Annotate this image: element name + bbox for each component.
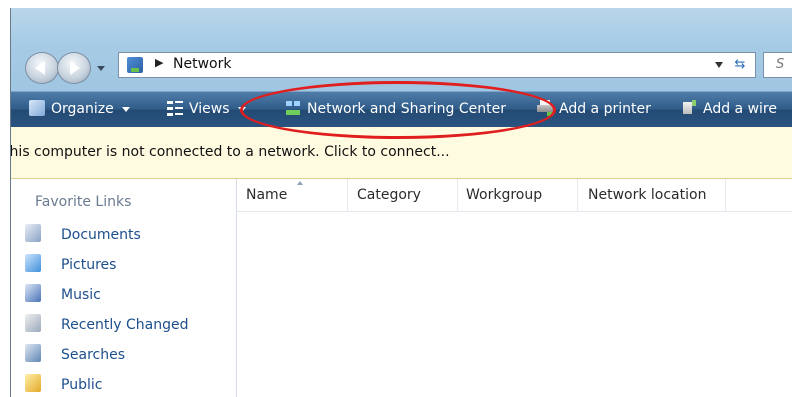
- file-list-pane[interactable]: Name Category Workgroup Network location: [237, 179, 792, 397]
- search-input[interactable]: S: [763, 52, 792, 78]
- add-wireless-device-button[interactable]: Add a wire: [681, 92, 777, 128]
- column-network-location[interactable]: Network location: [588, 179, 706, 211]
- nav-item-label: Documents: [61, 227, 141, 243]
- search-placeholder: S: [776, 57, 785, 72]
- music-icon: [25, 284, 41, 302]
- chevron-down-icon: [121, 106, 130, 112]
- recent-pages-dropdown-icon[interactable]: [97, 66, 105, 71]
- favorite-links-heading: Favorite Links: [35, 194, 132, 210]
- column-divider[interactable]: [577, 179, 578, 211]
- views-icon: [167, 100, 183, 116]
- explorer-window: ▶ Network ⇆ S Organize Views Network and…: [10, 8, 792, 397]
- breadcrumb-network[interactable]: Network: [173, 56, 231, 72]
- highlight-ellipse-annotation: [240, 81, 556, 139]
- navigation-pane: Favorite Links Documents Pictures Music …: [11, 179, 237, 397]
- refresh-icon[interactable]: ⇆: [729, 55, 751, 75]
- column-name[interactable]: Name: [246, 179, 303, 211]
- title-bar: ▶ Network ⇆ S: [11, 8, 792, 91]
- add-wireless-label: Add a wire: [703, 101, 777, 117]
- views-label: Views: [189, 101, 230, 117]
- forward-button[interactable]: [57, 52, 91, 84]
- nav-item-searches[interactable]: Searches: [25, 344, 125, 366]
- nav-item-label: Searches: [61, 347, 126, 363]
- nav-item-label: Music: [61, 287, 101, 303]
- sort-ascending-icon: [297, 181, 303, 185]
- wireless-device-icon: [681, 100, 697, 116]
- column-divider[interactable]: [725, 179, 726, 211]
- column-label: Network location: [588, 187, 707, 203]
- column-category[interactable]: Category: [357, 179, 421, 211]
- nav-item-label: Pictures: [61, 257, 117, 273]
- column-header-row: Name Category Workgroup Network location: [237, 179, 792, 212]
- documents-icon: [25, 224, 41, 242]
- column-label: Category: [357, 187, 421, 203]
- back-arrow-icon: [35, 61, 45, 75]
- organize-icon: [29, 100, 45, 116]
- network-folder-icon: [127, 57, 143, 73]
- searches-icon: [25, 344, 41, 362]
- views-button[interactable]: Views: [167, 92, 246, 128]
- forward-arrow-icon: [70, 61, 80, 75]
- back-button[interactable]: [25, 52, 59, 84]
- column-divider[interactable]: [347, 179, 348, 211]
- add-printer-label: Add a printer: [559, 101, 651, 117]
- nav-item-label: Public: [61, 377, 103, 393]
- nav-item-pictures[interactable]: Pictures: [25, 254, 116, 276]
- public-folder-icon: [25, 374, 41, 392]
- organize-button[interactable]: Organize: [29, 92, 130, 128]
- column-label: Name: [246, 187, 288, 203]
- column-label: Workgroup: [466, 187, 543, 203]
- pictures-icon: [25, 254, 41, 272]
- breadcrumb-separator-icon[interactable]: ▶: [155, 56, 163, 69]
- nav-item-music[interactable]: Music: [25, 284, 101, 306]
- column-workgroup[interactable]: Workgroup: [466, 179, 542, 211]
- nav-item-recently-changed[interactable]: Recently Changed: [25, 314, 189, 336]
- address-dropdown-icon[interactable]: [715, 62, 723, 68]
- address-bar[interactable]: ▶ Network ⇆: [118, 52, 756, 78]
- nav-item-label: Recently Changed: [61, 317, 189, 333]
- nav-item-documents[interactable]: Documents: [25, 224, 141, 246]
- infobar-message[interactable]: This computer is not connected to a netw…: [11, 144, 450, 160]
- column-divider[interactable]: [457, 179, 458, 211]
- organize-label: Organize: [51, 101, 114, 117]
- nav-item-public[interactable]: Public: [25, 374, 102, 396]
- recently-changed-icon: [25, 314, 41, 332]
